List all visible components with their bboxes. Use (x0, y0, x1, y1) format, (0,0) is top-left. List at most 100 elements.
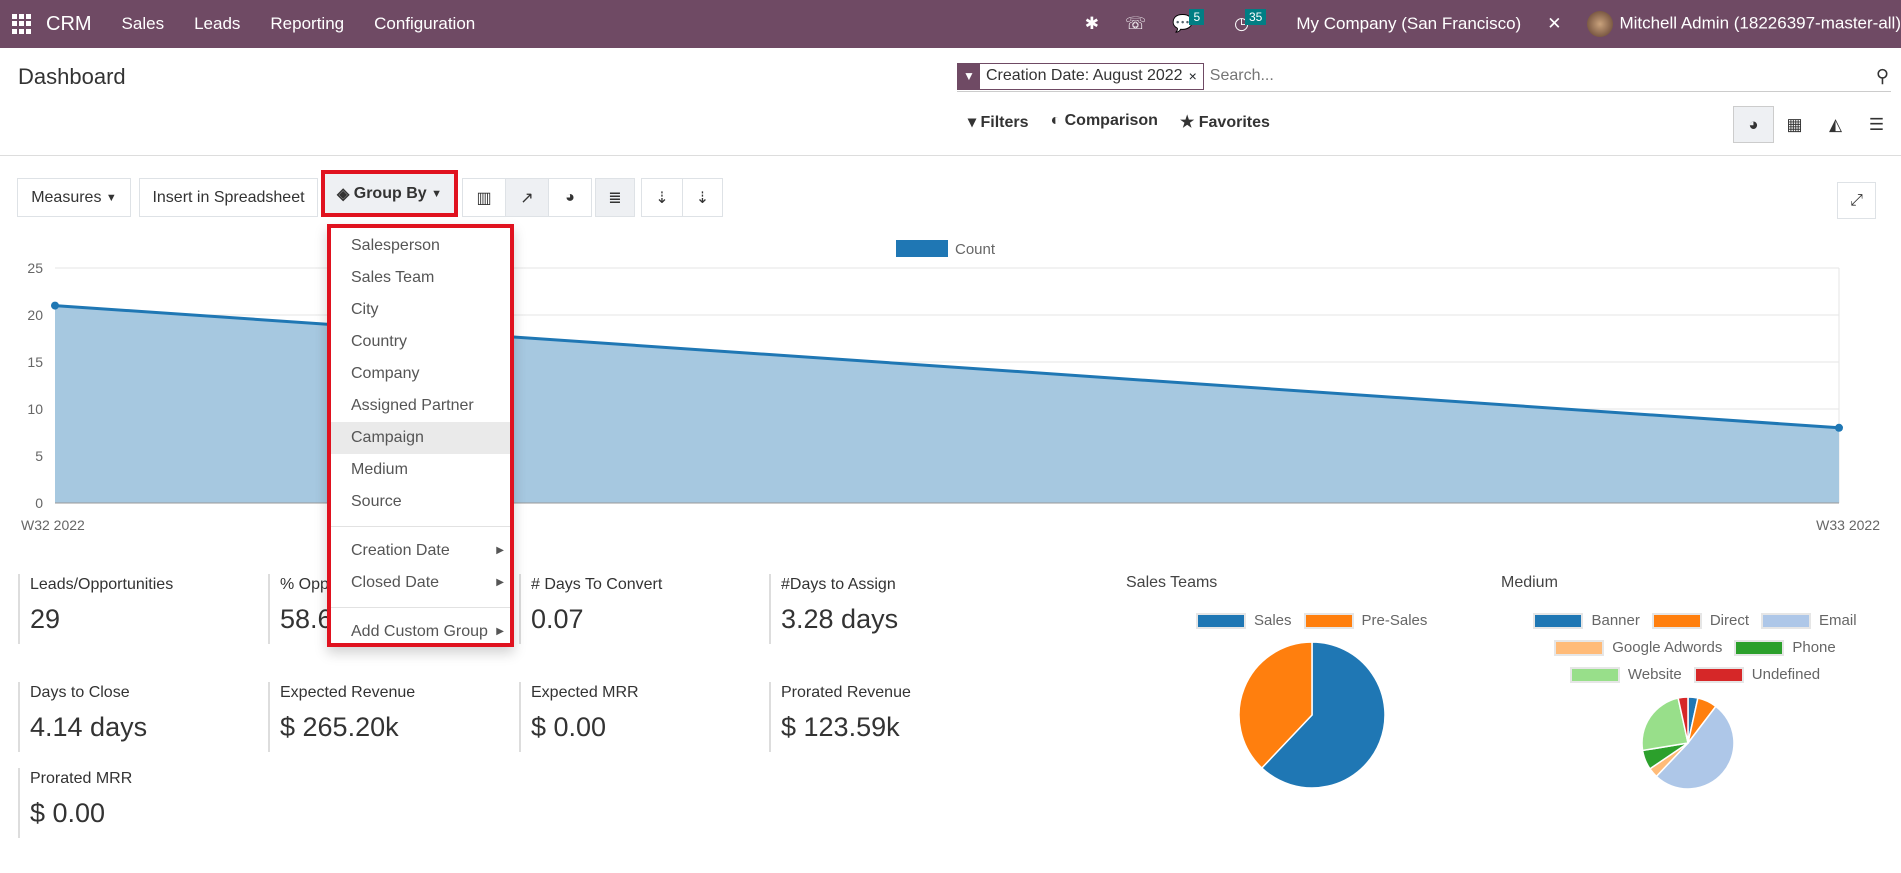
remove-facet-icon[interactable]: × (1189, 68, 1203, 84)
insert-spreadsheet-button[interactable]: Insert in Spreadsheet (139, 178, 318, 217)
kpi-value: 58.6 (280, 604, 333, 634)
y-tick-label: 0 (35, 495, 43, 511)
data-point[interactable] (51, 301, 59, 310)
favorites-button[interactable]: ★ Favorites (1180, 112, 1270, 132)
measures-button[interactable]: Measures ▼ (17, 178, 131, 217)
messages-badge: 5 (1189, 9, 1205, 25)
kpi-card[interactable]: #Days to Assign 3.28 days (769, 574, 898, 644)
fullscreen-button[interactable]: ⤢ (1837, 182, 1876, 219)
dashboard-icon: ◕ (1748, 114, 1759, 134)
group-by-dropdown: Salesperson Sales Team City Country Company A… (327, 224, 514, 647)
group-by-option[interactable]: Sales Team (331, 262, 510, 294)
y-tick-label: 5 (35, 448, 43, 464)
group-by-button[interactable]: ◈ Group By ▼ (321, 170, 458, 217)
kpi-label: Expected MRR (531, 684, 639, 701)
group-by-option[interactable]: Country (331, 326, 510, 358)
sort-ascending-button[interactable]: ⇣ (682, 178, 723, 217)
group-by-date-option[interactable]: Creation Date ▶ (331, 535, 510, 567)
user-menu[interactable]: Mitchell Admin (18226397-master-all) (1587, 11, 1901, 37)
search-input[interactable] (1209, 67, 1876, 85)
messages-button[interactable]: 💬5 (1172, 9, 1208, 34)
bug-icon[interactable]: ✱ (1085, 14, 1099, 34)
favorites-label: Favorites (1198, 114, 1270, 131)
pie-charts (1238, 641, 1735, 790)
sort-descending-button[interactable]: ⇣ (641, 178, 683, 217)
y-tick-label: 25 (27, 260, 43, 276)
group-by-option[interactable]: Medium (331, 454, 510, 486)
stacked-button[interactable]: ≣ (595, 178, 635, 217)
kpi-value: $ 123.59k (781, 712, 900, 742)
kpi-label: # Days To Convert (531, 576, 663, 593)
phone-icon[interactable]: ☏ (1125, 14, 1146, 34)
caret-right-icon: ▶ (496, 626, 504, 637)
app-name[interactable]: CRM (46, 13, 92, 36)
y-tick-label: 10 (27, 401, 43, 417)
table-icon: ▦ (1786, 114, 1803, 134)
list-view-button[interactable]: ☰ (1856, 106, 1897, 143)
tools-icon[interactable]: ✕ (1547, 14, 1561, 34)
star-icon: ★ (1179, 114, 1199, 131)
pie-chart-icon: ◕ (565, 188, 575, 206)
line-chart-button[interactable]: ↗ (505, 178, 549, 217)
menu-reporting[interactable]: Reporting (270, 14, 344, 34)
kpi-card[interactable]: Leads/Opportunities 29 (18, 574, 173, 644)
comparison-label: Comparison (1064, 112, 1158, 129)
app-menu-icon[interactable] (12, 14, 32, 34)
user-name: Mitchell Admin (18226397-master-all) (1619, 13, 1901, 33)
sort-desc-icon: ⇣ (655, 189, 669, 207)
company-switcher[interactable]: My Company (San Francisco) (1296, 14, 1521, 34)
measures-label: Measures (31, 188, 102, 206)
kpi-card[interactable]: Expected Revenue $ 265.20k (268, 682, 415, 752)
kpi-value: 3.28 days (781, 604, 899, 634)
list-icon: ☰ (1868, 114, 1885, 134)
medium-title: Medium (1501, 574, 1558, 591)
top-navbar: CRM Sales Leads Reporting Configuration … (0, 0, 1901, 48)
group-by-option[interactable]: Source (331, 486, 510, 518)
y-tick-label: 15 (27, 354, 43, 370)
kpi-card[interactable]: Prorated Revenue $ 123.59k (769, 682, 911, 752)
group-by-date-option[interactable]: Closed Date ▶ (331, 567, 510, 599)
menu-sales[interactable]: Sales (122, 14, 165, 34)
dashboard-view-button[interactable]: ◕ (1733, 106, 1774, 143)
menu-leads[interactable]: Leads (194, 14, 240, 34)
group-by-option[interactable]: Assigned Partner (331, 390, 510, 422)
kpi-card[interactable]: # Days To Convert 0.07 (519, 574, 662, 644)
layers-icon: ◈ (337, 185, 354, 203)
pivot-view-button[interactable]: ▦ (1774, 106, 1815, 143)
graph-view-button[interactable]: ◭ (1815, 106, 1856, 143)
activities-button[interactable]: ◷35 (1234, 9, 1270, 34)
kpi-card[interactable]: Prorated MRR $ 0.00 (18, 768, 132, 838)
caret-right-icon: ▶ (496, 577, 504, 588)
group-by-label: Group By (353, 184, 427, 202)
filters-button[interactable]: ▾ Filters (968, 112, 1029, 132)
group-by-option[interactable]: Campaign (331, 422, 510, 454)
database-icon: ≣ (608, 189, 622, 207)
search-icon[interactable]: ⚲ (1876, 66, 1889, 87)
menu-configuration[interactable]: Configuration (374, 14, 475, 34)
page-title: Dashboard (18, 64, 126, 89)
menu-divider (331, 526, 510, 527)
bar-chart-icon: ▥ (476, 189, 492, 207)
option-label: Closed Date (351, 574, 440, 591)
divider (0, 155, 1901, 156)
group-by-option[interactable]: Company (331, 358, 510, 390)
avatar (1587, 11, 1614, 37)
area-chart-icon: ◭ (1828, 114, 1843, 134)
kpi-card[interactable]: % Opp 58.6 (268, 574, 333, 644)
comparison-button[interactable]: ◐ Comparison (1051, 112, 1158, 132)
group-by-option[interactable]: City (331, 294, 510, 326)
group-by-option[interactable]: Salesperson (331, 230, 510, 262)
pie-chart-button[interactable]: ◕ (548, 178, 592, 217)
add-custom-group[interactable]: Add Custom Group ▶ (331, 616, 510, 648)
caret-down-icon: ▼ (431, 187, 442, 200)
data-point[interactable] (1835, 423, 1843, 432)
legend-label[interactable]: Count (955, 241, 996, 258)
bar-chart-button[interactable]: ▥ (462, 178, 506, 217)
kpi-label: Prorated Revenue (781, 684, 911, 701)
activities-badge: 35 (1244, 9, 1267, 25)
kpi-card[interactable]: Days to Close 4.14 days (18, 682, 147, 752)
kpi-card[interactable]: Expected MRR $ 0.00 (519, 682, 639, 752)
facet-label: Creation Date: August 2022 (986, 67, 1183, 84)
filters-label: Filters (980, 114, 1029, 131)
filter-icon: ▾ (968, 114, 981, 131)
